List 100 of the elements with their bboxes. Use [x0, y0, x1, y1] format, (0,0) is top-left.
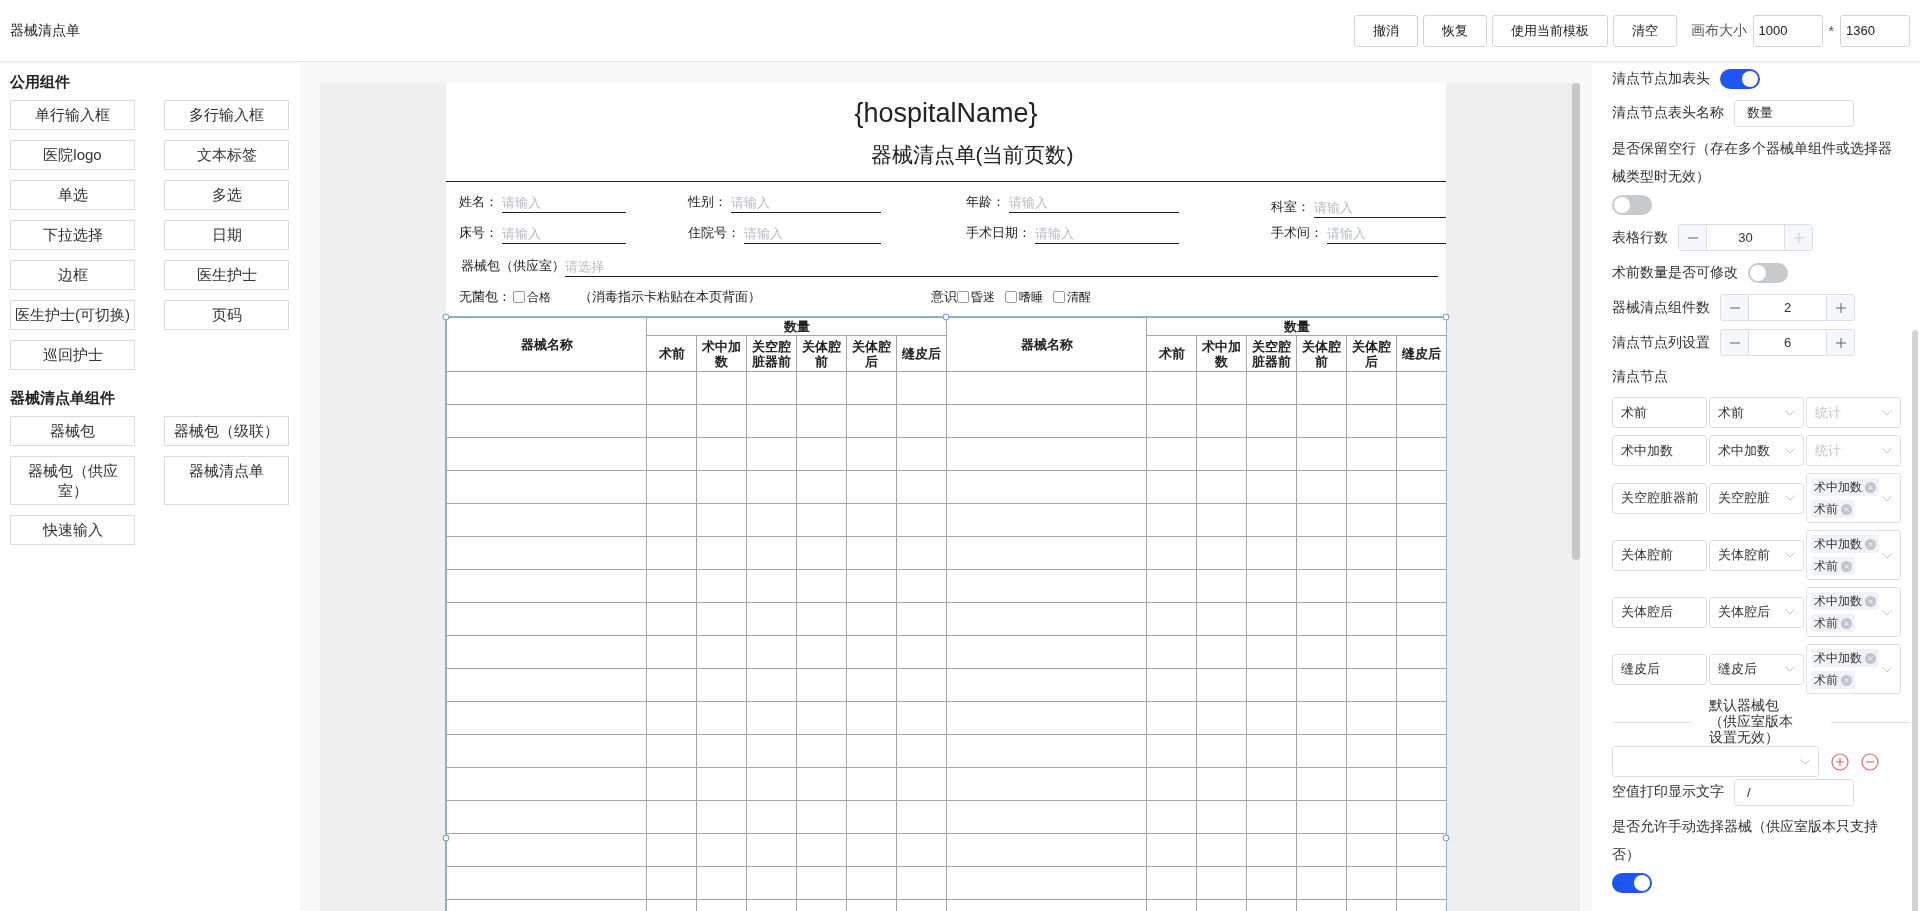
checkbox[interactable]: [957, 291, 969, 303]
chevron-icon: [1785, 609, 1795, 615]
decrement-button[interactable]: [1721, 295, 1749, 320]
toolbar-button[interactable]: 使用当前模板: [1491, 14, 1608, 47]
component-button[interactable]: 文本标签: [164, 140, 289, 170]
dropdown-value: 关空腔脏: [1718, 489, 1771, 507]
component-button[interactable]: 器械清点单: [164, 456, 289, 505]
setting-label: 是否保留空行（存在多个器械单组件或选择器械类型时无效）: [1612, 140, 1892, 184]
toggle-switch[interactable]: [1612, 873, 1652, 893]
resize-handle[interactable]: [442, 834, 450, 842]
checkbox-label: 清醒: [1067, 288, 1091, 306]
decrement-button[interactable]: [1721, 330, 1749, 355]
text-input[interactable]: 缝皮后: [1612, 653, 1707, 685]
input-field[interactable]: 请输入: [1314, 198, 1446, 218]
toolbar-button[interactable]: 清空: [1612, 14, 1677, 47]
chevron-icon: [1800, 758, 1810, 765]
remove-icon: [1865, 481, 1876, 493]
height-input[interactable]: 1360: [1840, 14, 1910, 47]
component-button[interactable]: 单选: [10, 180, 135, 210]
text-input[interactable]: 术中加数: [1612, 435, 1707, 466]
chevron-icon: [1785, 552, 1795, 558]
component-button[interactable]: 医生护士: [164, 260, 289, 290]
setting-label: 器械清点组件数: [1612, 298, 1710, 317]
input-field[interactable]: 请输入: [1327, 224, 1446, 244]
multi-select-field[interactable]: 术中加数 术前: [1806, 587, 1901, 637]
dropdown-field[interactable]: 关体腔后: [1709, 596, 1804, 628]
text-input[interactable]: /: [1734, 778, 1854, 806]
checkbox[interactable]: [513, 291, 525, 303]
input-field[interactable]: 请输入: [502, 193, 626, 213]
component-button[interactable]: 器械包（供应室）: [10, 456, 135, 505]
number-stepper[interactable]: 2: [1720, 294, 1855, 321]
section-title: 公用组件: [10, 72, 71, 92]
input-field[interactable]: 请输入: [731, 193, 881, 213]
column-header: 关体腔后: [1346, 335, 1397, 372]
column-header: 关体腔前: [1296, 335, 1347, 372]
dropdown-field[interactable]: [1612, 746, 1819, 777]
component-button[interactable]: 多选: [164, 180, 289, 210]
toolbar-button[interactable]: 恢复: [1422, 14, 1487, 47]
text-input[interactable]: 数量: [1734, 99, 1854, 127]
input-field[interactable]: 请输入: [502, 224, 626, 244]
component-button[interactable]: 边框: [10, 260, 135, 290]
add-icon: [1831, 752, 1849, 771]
multi-select-field[interactable]: 术中加数 术前: [1806, 530, 1901, 580]
chevron-icon: [1882, 496, 1892, 502]
input-field[interactable]: 请输入: [1009, 193, 1179, 213]
chevron-icon: [1882, 610, 1892, 616]
select-field[interactable]: 请选择: [565, 257, 1438, 277]
multi-select-field[interactable]: 术中加数 术前: [1806, 473, 1901, 523]
increment-button[interactable]: [1826, 330, 1854, 355]
placeholder-text: 统计: [1815, 403, 1842, 422]
tag-text: 术前: [1814, 614, 1838, 632]
field-label: 性别：: [688, 193, 727, 211]
checkbox[interactable]: [1053, 291, 1065, 303]
input-field[interactable]: 请输入: [744, 224, 881, 244]
dropdown-field[interactable]: 缝皮后: [1709, 653, 1804, 685]
resize-handle[interactable]: [1442, 834, 1450, 842]
text-input[interactable]: 关体腔后: [1612, 596, 1707, 628]
input-field[interactable]: 请输入: [1035, 224, 1179, 244]
checkbox[interactable]: [1005, 291, 1017, 303]
resize-handle[interactable]: [1442, 313, 1450, 321]
component-button[interactable]: 巡回护士: [10, 340, 135, 370]
toolbar-button[interactable]: 撤消: [1353, 14, 1418, 47]
component-button[interactable]: 医生护士(可切换): [10, 300, 135, 330]
width-input[interactable]: 1000: [1752, 14, 1823, 47]
multi-select-field[interactable]: 术中加数 术前: [1806, 644, 1901, 694]
column-header: 关体腔前: [796, 335, 847, 372]
decrement-button[interactable]: [1679, 225, 1707, 250]
setting-label: 术前数量是否可修改: [1612, 263, 1738, 282]
text-input[interactable]: 关体腔前: [1612, 539, 1707, 571]
component-button[interactable]: 快速输入: [10, 515, 135, 545]
component-button[interactable]: 页码: [164, 300, 289, 330]
field-label: 器械包（供应室）: [461, 257, 565, 275]
component-button[interactable]: 日期: [164, 220, 289, 250]
component-button[interactable]: 医院logo: [10, 140, 135, 170]
resize-handle[interactable]: [942, 313, 950, 321]
dropdown-field[interactable]: 关空腔脏: [1709, 482, 1804, 514]
column-header: 术中加数: [696, 335, 747, 372]
dropdown-field[interactable]: 术前: [1709, 397, 1804, 428]
number-stepper[interactable]: 30: [1678, 224, 1813, 251]
setting-label: 清点节点加表头: [1612, 70, 1710, 88]
component-button[interactable]: 器械包（级联）: [164, 416, 289, 446]
dropdown-field[interactable]: 术中加数: [1709, 435, 1804, 466]
component-button[interactable]: 器械包: [10, 416, 135, 446]
plus-icon: [1835, 302, 1846, 313]
toggle-switch[interactable]: [1612, 195, 1652, 215]
scrollbar[interactable]: [1572, 83, 1580, 560]
dropdown-field[interactable]: 关体腔前: [1709, 539, 1804, 571]
number-stepper[interactable]: 6: [1720, 329, 1855, 356]
field-label: 年龄：: [966, 193, 1005, 211]
scrollbar[interactable]: [1912, 330, 1918, 911]
text-input[interactable]: 关空腔脏器前: [1612, 482, 1707, 514]
toggle-switch[interactable]: [1720, 69, 1760, 89]
increment-button[interactable]: [1826, 295, 1854, 320]
resize-handle[interactable]: [442, 313, 450, 321]
component-button[interactable]: 多行输入框: [164, 100, 289, 130]
text-input[interactable]: 术前: [1612, 397, 1707, 428]
toggle-switch[interactable]: [1748, 262, 1788, 283]
component-button[interactable]: 下拉选择: [10, 220, 135, 250]
divider-label: 默认器械包（供应室版本设置无效）: [1709, 698, 1794, 746]
component-button[interactable]: 单行输入框: [10, 100, 135, 130]
